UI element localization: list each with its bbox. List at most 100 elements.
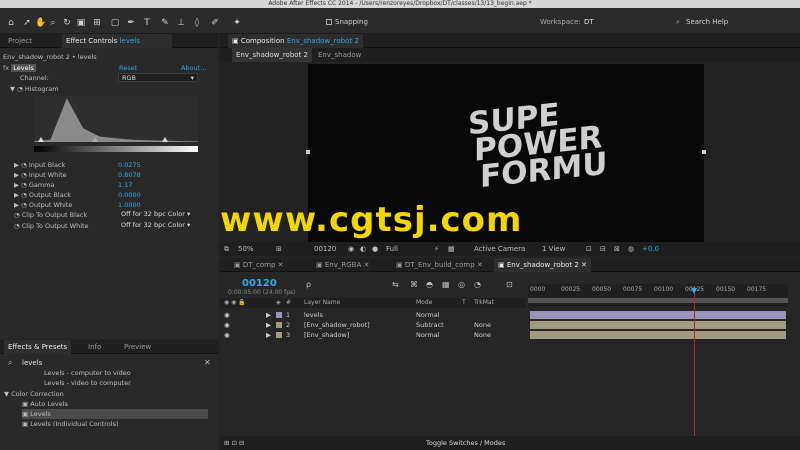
search-help-input[interactable]: Search Help bbox=[686, 18, 728, 26]
layer-row[interactable]: ◉ ▶ 3 [Env_shadow] Normal None bbox=[220, 330, 526, 340]
exposure-reset-icon[interactable]: ◍ bbox=[628, 242, 634, 256]
clip-black-select[interactable]: Off for 32 bpc Color ▾ bbox=[118, 210, 204, 219]
pen-tool-icon[interactable]: ✒ bbox=[126, 18, 136, 28]
triangle-right-icon[interactable]: ▶ bbox=[266, 310, 271, 320]
show-snapshot-icon[interactable]: ◐ bbox=[360, 242, 366, 256]
layer-name[interactable]: levels bbox=[304, 310, 323, 320]
layer-duration-bar[interactable] bbox=[530, 321, 786, 329]
pan-behind-tool-icon[interactable]: ⊞ bbox=[92, 18, 102, 28]
stopwatch-icon[interactable]: ◔ bbox=[21, 181, 27, 189]
layer-switches-icon[interactable]: ⊞ ⊡ ⊟ bbox=[224, 436, 244, 450]
tab-preview[interactable]: Preview bbox=[120, 340, 155, 354]
timeline-tab[interactable]: ▣ Env_RGBA ✕ bbox=[312, 258, 373, 272]
timeline-tab[interactable]: ▣ Env_shadow_robot 2 ✕ bbox=[494, 258, 591, 272]
layer-row[interactable]: ◉ ▶ 1 levels Normal bbox=[220, 310, 526, 320]
channel-select[interactable]: RGB ▾ bbox=[118, 73, 198, 82]
draft-3d-icon[interactable]: ⌘ bbox=[410, 280, 418, 289]
timeline-graph-icon[interactable]: ⊡ bbox=[506, 280, 513, 289]
graph-editor-icon[interactable]: ◔ bbox=[474, 280, 481, 289]
motion-blur-icon[interactable]: ◎ bbox=[458, 280, 465, 289]
category-color-correction[interactable]: ▼ Color Correction bbox=[4, 389, 222, 399]
fit-icon[interactable]: ⊞ bbox=[276, 242, 282, 256]
layer-row[interactable]: ◉ ▶ 2 [Env_shadow_robot] Subtract None bbox=[220, 320, 526, 330]
layer-handle[interactable] bbox=[702, 150, 706, 154]
output-black-value[interactable]: 0.0000 bbox=[118, 190, 141, 200]
workspace-select[interactable]: DT bbox=[584, 18, 594, 26]
output-white-value[interactable]: 1.0000 bbox=[118, 200, 141, 210]
clear-search-icon[interactable]: ✕ bbox=[204, 358, 211, 367]
triangle-right-icon[interactable]: ▶ bbox=[14, 191, 19, 199]
col-trkmat[interactable]: TrkMat bbox=[474, 298, 494, 308]
triangle-right-icon[interactable]: ▶ bbox=[266, 330, 271, 340]
timeline-timecode[interactable]: 00120 bbox=[242, 278, 277, 289]
rotate-tool-icon[interactable]: ↻ bbox=[62, 18, 72, 28]
timeline-tab[interactable]: ▣ DT_Env_build_comp ✕ bbox=[392, 258, 487, 272]
region-of-interest-icon[interactable]: ⧉ bbox=[224, 242, 229, 256]
timecode-display[interactable]: 00120 bbox=[314, 242, 336, 256]
timeline-tab[interactable]: ▣ DT_comp ✕ bbox=[230, 258, 288, 272]
label-color-swatch[interactable] bbox=[276, 322, 282, 328]
triangle-right-icon[interactable]: ▶ bbox=[14, 161, 19, 169]
timeline-search-input[interactable]: ρ bbox=[306, 280, 311, 289]
col-layer-name[interactable]: Layer Name bbox=[304, 298, 340, 308]
hide-shy-layers-icon[interactable]: ◓ bbox=[426, 280, 433, 289]
comp-flowchart-icon[interactable]: ⊠ bbox=[614, 242, 620, 256]
clone-stamp-tool-icon[interactable]: ⊥ bbox=[176, 18, 186, 28]
stopwatch-icon[interactable]: ◔ bbox=[17, 85, 23, 93]
about-button[interactable]: About... bbox=[181, 63, 206, 73]
effects-search-input[interactable]: levels bbox=[22, 359, 42, 367]
exposure-value[interactable]: +0.0 bbox=[642, 242, 659, 256]
effect-item-auto-levels[interactable]: ▣ Auto Levels bbox=[22, 399, 240, 409]
toggle-pixel-aspect-icon[interactable]: ⊡ bbox=[586, 242, 592, 256]
clip-white-select[interactable]: Off for 32 bpc Color ▾ bbox=[118, 221, 204, 230]
close-icon[interactable]: ✕ bbox=[477, 261, 483, 269]
close-icon[interactable]: ✕ bbox=[278, 261, 284, 269]
tab-effects-presets[interactable]: Effects & Presets bbox=[4, 340, 72, 354]
stopwatch-icon[interactable]: ◔ bbox=[21, 171, 27, 179]
eraser-tool-icon[interactable]: ◊ bbox=[192, 18, 202, 28]
layer-duration-bar[interactable] bbox=[530, 331, 786, 339]
toggle-switches-modes-button[interactable]: Toggle Switches / Modes bbox=[426, 436, 505, 450]
layer-mode-select[interactable]: Normal bbox=[416, 310, 440, 320]
view-layout-select[interactable]: 1 View bbox=[542, 242, 565, 256]
rectangle-tool-icon[interactable]: ▢ bbox=[110, 18, 120, 28]
tab-composition[interactable]: ▣ Composition Env_shadow_robot 2 bbox=[228, 34, 363, 48]
label-color-swatch[interactable] bbox=[276, 332, 282, 338]
stopwatch-icon[interactable]: ◔ bbox=[21, 191, 27, 199]
tab-project[interactable]: Project bbox=[4, 34, 36, 48]
stopwatch-icon[interactable]: ◔ bbox=[14, 211, 20, 219]
transparency-grid-icon[interactable]: ▦ bbox=[448, 242, 455, 256]
eye-icon[interactable]: ◉ bbox=[224, 330, 230, 340]
input-black-value[interactable]: 0.0275 bbox=[118, 160, 141, 170]
eye-icon[interactable]: ◉ bbox=[224, 320, 230, 330]
gamma-value[interactable]: 1.17 bbox=[118, 180, 132, 190]
work-area-bar[interactable] bbox=[528, 298, 788, 303]
layer-mode-select[interactable]: Normal bbox=[416, 330, 440, 340]
label-color-swatch[interactable] bbox=[276, 312, 282, 318]
close-icon[interactable]: ✕ bbox=[581, 261, 587, 269]
layer-handle[interactable] bbox=[306, 150, 310, 154]
layer-name[interactable]: [Env_shadow_robot] bbox=[304, 320, 370, 330]
camera-tool-icon[interactable]: ▣ bbox=[76, 18, 86, 28]
snapshot-icon[interactable]: ◉ bbox=[348, 242, 354, 256]
comp-mini-flowchart-icon[interactable]: ⇆ bbox=[392, 280, 399, 289]
fast-preview-icon[interactable]: ⚡ bbox=[434, 242, 439, 256]
home-icon[interactable]: ⌂ bbox=[6, 18, 16, 28]
effect-item-levels[interactable]: ▣ Levels bbox=[22, 409, 208, 419]
triangle-right-icon[interactable]: ▶ bbox=[14, 201, 19, 209]
fx-icon[interactable]: fx bbox=[3, 64, 9, 72]
comp-subtab-env-shadow[interactable]: Env_shadow bbox=[314, 48, 365, 62]
playhead-handle[interactable]: ▼ bbox=[691, 286, 697, 295]
time-ruler[interactable]: 000000025000500007500100001250015000175 bbox=[528, 284, 788, 306]
close-icon[interactable]: ✕ bbox=[363, 261, 369, 269]
zoom-select[interactable]: 50% bbox=[238, 242, 254, 256]
stopwatch-icon[interactable]: ◔ bbox=[21, 161, 27, 169]
layer-trkmat-select[interactable]: None bbox=[474, 330, 491, 340]
roto-brush-tool-icon[interactable]: ✐ bbox=[210, 18, 220, 28]
hand-tool-icon[interactable]: ✋ bbox=[35, 18, 46, 28]
input-white-value[interactable]: 0.8078 bbox=[118, 170, 141, 180]
tab-effect-controls[interactable]: Effect Controls levels bbox=[62, 34, 172, 48]
puppet-tool-icon[interactable]: ✦ bbox=[232, 18, 242, 28]
stopwatch-icon[interactable]: ◔ bbox=[14, 222, 20, 230]
comp-subtab-active[interactable]: Env_shadow_robot 2 bbox=[232, 48, 312, 62]
